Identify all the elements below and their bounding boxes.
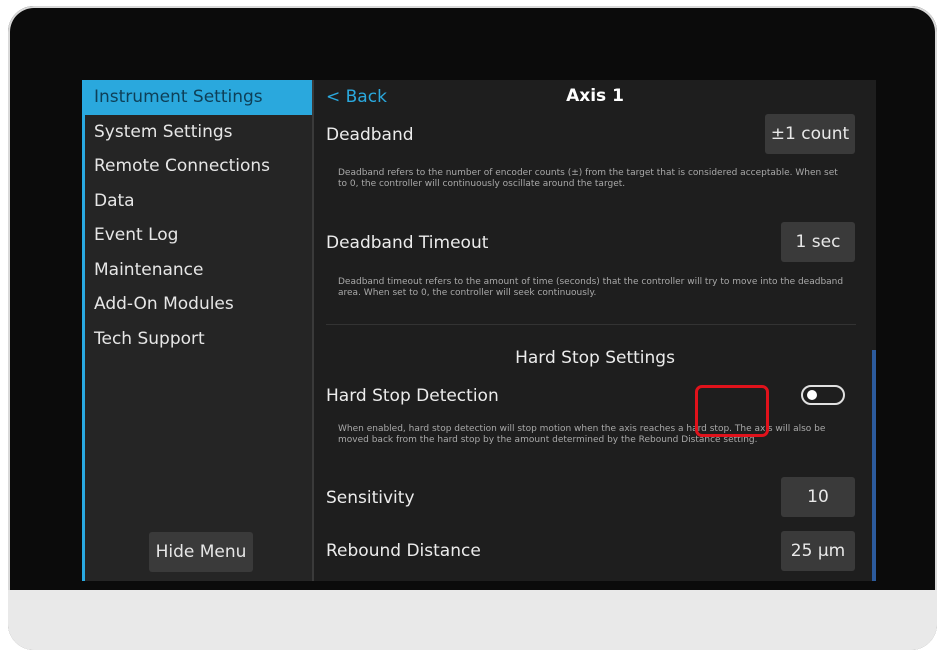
sidebar-item-remote-connections[interactable]: Remote Connections [85, 149, 312, 184]
sidebar: Instrument Settings System Settings Remo… [82, 80, 312, 581]
sidebar-item-maintenance[interactable]: Maintenance [85, 253, 312, 288]
touch-screen: Instrument Settings System Settings Remo… [82, 80, 876, 581]
deadband-description: Deadband refers to the number of encoder… [338, 168, 838, 189]
section-divider [326, 324, 856, 325]
sidebar-item-tech-support[interactable]: Tech Support [85, 322, 312, 357]
hard-stop-detection-label: Hard Stop Detection [326, 386, 499, 406]
rebound-distance-value-button[interactable]: 25 µm [781, 531, 855, 571]
page-title: Axis 1 [566, 86, 624, 106]
sidebar-item-data[interactable]: Data [85, 184, 312, 219]
sidebar-item-event-log[interactable]: Event Log [85, 218, 312, 253]
deadband-timeout-label: Deadband Timeout [326, 233, 489, 253]
sidebar-item-add-on-modules[interactable]: Add-On Modules [85, 287, 312, 322]
deadband-timeout-description: Deadband timeout refers to the amount of… [338, 277, 844, 298]
sidebar-item-system-settings[interactable]: System Settings [85, 115, 312, 150]
deadband-value-button[interactable]: ±1 count [765, 114, 855, 154]
sidebar-item-instrument-settings[interactable]: Instrument Settings [85, 80, 312, 115]
rebound-distance-label: Rebound Distance [326, 541, 481, 561]
hide-menu-button[interactable]: Hide Menu [149, 532, 253, 572]
deadband-timeout-value-button[interactable]: 1 sec [781, 222, 855, 262]
sensitivity-value-button[interactable]: 10 [781, 477, 855, 517]
toggle-knob [807, 390, 817, 400]
hard-stop-section-heading: Hard Stop Settings [515, 348, 675, 368]
sensitivity-label: Sensitivity [326, 488, 415, 508]
sensitivity-highlight-box [695, 385, 769, 437]
hard-stop-detection-toggle[interactable] [801, 385, 845, 405]
device-bezel-bottom [8, 590, 937, 650]
deadband-label: Deadband [326, 125, 414, 145]
hard-stop-detection-description: When enabled, hard stop detection will s… [338, 424, 826, 445]
panel-header: < Back Axis 1 [314, 80, 876, 116]
settings-panel: < Back Axis 1 Deadband ±1 count Deadband… [314, 80, 876, 581]
scrollbar[interactable] [872, 350, 876, 581]
